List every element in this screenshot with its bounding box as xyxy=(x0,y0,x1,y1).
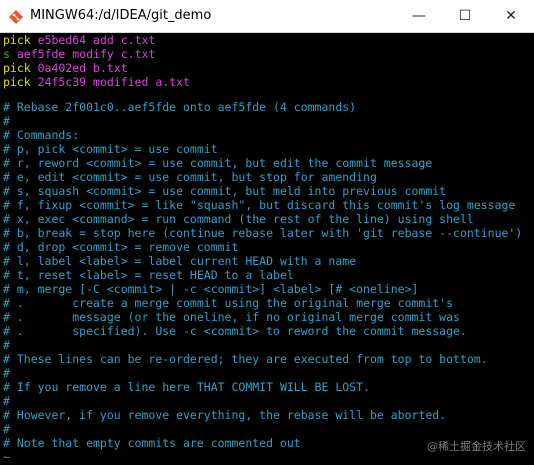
comment-line: # s, squash <commit> = use commit, but m… xyxy=(3,184,447,198)
comment-line: # e, edit <commit> = use commit, but sto… xyxy=(3,170,377,184)
todo-command: pick xyxy=(3,61,31,75)
comment-line: # xyxy=(3,394,10,408)
title-bar[interactable]: MINGW64:/d/IDEA/git_demo — ☐ ✕ xyxy=(0,0,534,33)
todo-line: pick 24f5c39 modified a.txt xyxy=(3,75,190,89)
todo-hash: 0a402ed xyxy=(37,61,87,75)
comment-line: # x, exec <command> = run command (the r… xyxy=(3,212,474,226)
terminal-content[interactable]: pick e5bed64 add c.txt s aef5fde modify … xyxy=(0,33,534,465)
todo-command: pick xyxy=(3,33,31,47)
close-button[interactable]: ✕ xyxy=(488,0,534,32)
comment-line: # b, break = stop here (continue rebase … xyxy=(3,226,523,240)
todo-command: s xyxy=(3,47,10,61)
todo-message: b.txt xyxy=(93,61,128,75)
comment-line: # l, label <label> = label current HEAD … xyxy=(3,254,357,268)
minimize-button[interactable]: — xyxy=(396,0,442,32)
comment-line: # Note that empty commits are commented … xyxy=(3,436,301,450)
minimize-icon: — xyxy=(412,8,426,24)
todo-hash: e5bed64 xyxy=(37,33,87,47)
tilde-line: ~ xyxy=(3,450,10,464)
todo-message: modified a.txt xyxy=(93,75,190,89)
comment-line: # xyxy=(3,338,10,352)
todo-line: pick 0a402ed b.txt xyxy=(3,61,128,75)
comment-line: # . create a merge commit using the orig… xyxy=(3,296,454,310)
comment-line: # f, fixup <commit> = like "squash", but… xyxy=(3,198,516,212)
todo-command: pick xyxy=(3,75,31,89)
todo-hash: aef5fde xyxy=(16,47,66,61)
comment-line: # d, drop <commit> = remove commit xyxy=(3,240,239,254)
comment-line: # Commands: xyxy=(3,128,80,142)
terminal-window: MINGW64:/d/IDEA/git_demo — ☐ ✕ pick e5be… xyxy=(0,0,534,465)
comment-line: # . specified). Use -c <commit> to rewor… xyxy=(3,324,467,338)
maximize-icon: ☐ xyxy=(458,8,472,24)
comment-line: # However, if you remove everything, the… xyxy=(3,408,447,422)
comment-line: # t, reset <label> = reset HEAD to a lab… xyxy=(3,268,294,282)
comment-line: # xyxy=(3,422,10,436)
maximize-button[interactable]: ☐ xyxy=(442,0,488,32)
close-icon: ✕ xyxy=(505,8,517,24)
comment-line: # p, pick <commit> = use commit xyxy=(3,142,218,156)
todo-message: add c.txt xyxy=(93,33,156,47)
comment-line: # xyxy=(3,366,10,380)
todo-line: s aef5fde modify c.txt xyxy=(3,47,155,61)
comment-line: # These lines can be re-ordered; they ar… xyxy=(3,352,488,366)
comment-line: # m, merge [-C <commit> | -c <commit>] <… xyxy=(3,282,419,296)
comment-line: # r, reword <commit> = use commit, but e… xyxy=(3,156,433,170)
comment-line: # Rebase 2f001c0..aef5fde onto aef5fde (… xyxy=(3,100,357,114)
window-title: MINGW64:/d/IDEA/git_demo xyxy=(30,8,212,23)
todo-hash: 24f5c39 xyxy=(37,75,87,89)
todo-line: pick e5bed64 add c.txt xyxy=(3,33,155,47)
watermark: @稀土掘金技术社区 xyxy=(427,440,526,453)
comment-line: # . message (or the oneline, if no origi… xyxy=(3,310,460,324)
comment-line: # xyxy=(3,114,10,128)
comment-line: # If you remove a line here THAT COMMIT … xyxy=(3,380,370,394)
todo-message: modify c.txt xyxy=(72,47,156,61)
git-bash-icon xyxy=(9,10,23,24)
